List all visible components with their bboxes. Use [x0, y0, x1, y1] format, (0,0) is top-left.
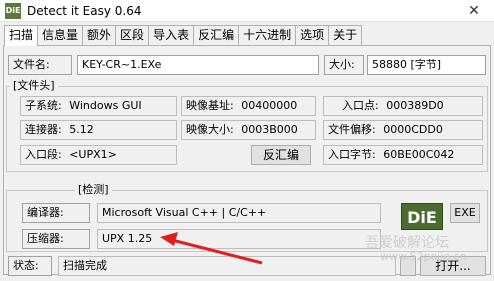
tab-sections[interactable]: 区段 [115, 25, 150, 45]
file-offset-label: 文件偏移: [328, 123, 376, 136]
image-size-value: 0003B000 [241, 123, 298, 136]
packer-field: UPX 1.25 [97, 229, 381, 249]
status-field: 扫描完成 [58, 256, 396, 276]
file-size-field[interactable]: 58880 [字节] [367, 55, 486, 75]
tab-hex[interactable]: 十六进制 [238, 25, 297, 45]
subsystem-value: Windows GUI [69, 99, 142, 112]
file-name-label: 文件名: [8, 55, 72, 75]
title-bar: DiE Detect it Easy 0.64 ✕ [0, 0, 494, 22]
tab-imports[interactable]: 导入表 [148, 25, 195, 45]
entry-bytes-label: 入口字节: [328, 148, 376, 161]
window-title: Detect it Easy 0.64 [27, 4, 142, 18]
detect-title: [检测] [75, 184, 112, 196]
image-base-field: 映像基址: 00400000 [181, 96, 316, 116]
tab-extra[interactable]: 额外 [82, 25, 117, 45]
watermark-text: 吾爱破解论坛 [365, 235, 449, 251]
entry-section-label: 入口段: [25, 148, 62, 161]
compiler-label: 编译器: [22, 203, 90, 223]
file-name-field[interactable]: KEY-CR~1.EXe [77, 55, 319, 75]
compiler-field: Microsoft Visual C++ | C/C++ [97, 203, 381, 223]
entry-section-value: <UPX1> [69, 148, 117, 161]
image-size-field: 映像大小: 0003B000 [181, 120, 316, 140]
status-label: 状态: [8, 256, 52, 276]
entry-point-label: 入口点: [342, 99, 379, 112]
image-size-label: 映像大小: [186, 123, 234, 136]
file-header-title: [文件头] [10, 80, 58, 92]
subsystem-label: 子系统: [25, 99, 62, 112]
close-icon[interactable]: ✕ [454, 0, 494, 22]
subsystem-field: 子系统: Windows GUI [20, 96, 177, 116]
tab-disasm[interactable]: 反汇编 [193, 25, 240, 45]
watermark-url: www.52pojie.cn [380, 250, 467, 263]
tab-strip: 扫描 信息量 额外 区段 导入表 反汇编 十六进制 选项 关于 [4, 25, 363, 46]
tab-about[interactable]: 关于 [328, 25, 363, 45]
app-logo-icon: DiE [5, 3, 21, 19]
entry-point-field: 入口点: 000389D0 [323, 96, 483, 116]
tab-info[interactable]: 信息量 [37, 25, 84, 45]
die-logo: DiE [401, 203, 443, 230]
exe-button[interactable]: EXE [450, 203, 480, 223]
maximize-button[interactable] [412, 0, 452, 22]
linker-field: 连接器: 5.12 [20, 120, 177, 140]
linker-label: 连接器: [25, 123, 62, 136]
linker-value: 5.12 [69, 123, 94, 136]
file-offset-field: 文件偏移: 0000CDD0 [323, 120, 483, 140]
entry-section-field: 入口段: <UPX1> [20, 145, 177, 165]
disassemble-button[interactable]: 反汇编 [251, 145, 311, 165]
minimize-button[interactable] [370, 0, 410, 22]
image-base-value: 00400000 [241, 99, 298, 112]
packer-label: 压缩器: [22, 229, 90, 249]
entry-bytes-field: 入口字节: 60BE00C042 [323, 145, 483, 165]
image-base-label: 映像基址: [186, 99, 234, 112]
file-offset-value: 0000CDD0 [383, 123, 443, 136]
entry-bytes-value: 60BE00C042 [383, 148, 455, 161]
tab-options[interactable]: 选项 [295, 25, 330, 45]
entry-point-value: 000389D0 [386, 99, 444, 112]
tab-scan[interactable]: 扫描 [4, 25, 39, 46]
file-size-label: 大小: [324, 55, 364, 75]
